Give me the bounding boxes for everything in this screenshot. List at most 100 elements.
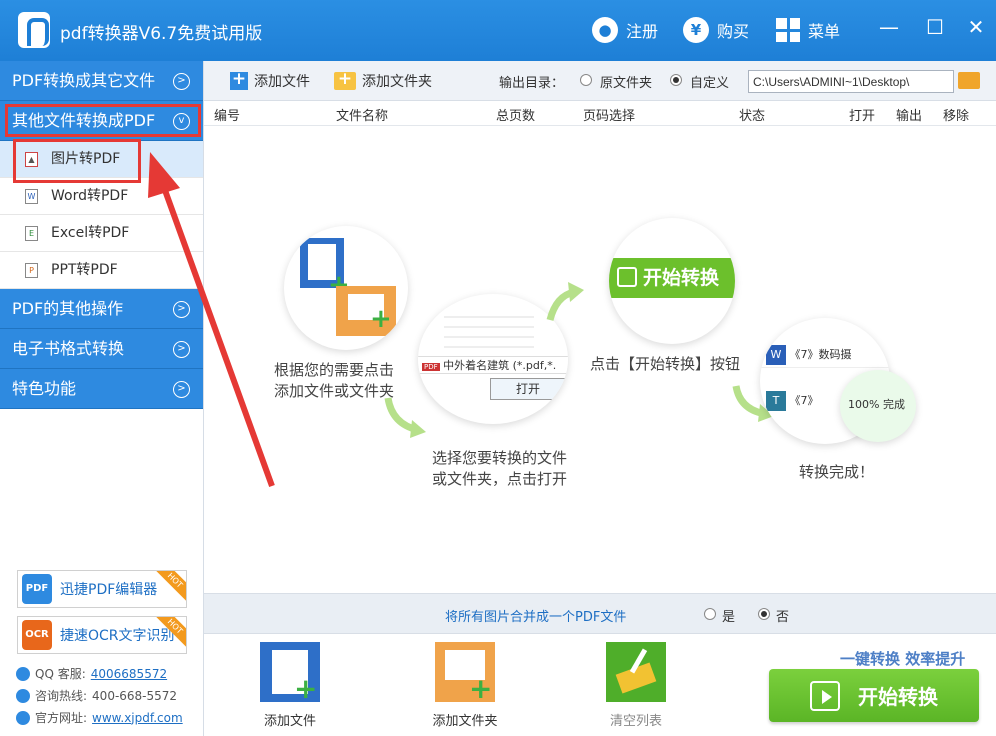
minimize-button[interactable]: — [876,14,902,40]
contact-qq: QQ 客服: 4006685572 [16,665,167,682]
step1-line1: 根据您的需要点击 [274,361,395,379]
word-doc-icon: W [766,345,786,365]
bottom-add-folder-button[interactable]: + 添加文件夹 [420,642,510,729]
radio-original-folder[interactable] [580,74,592,86]
dialog-file-name: 中外着名建筑 [443,359,510,372]
add-folder-button[interactable]: 添加文件夹 [334,69,432,91]
ocr-logo-icon: OCR [22,620,52,650]
hot-badge: HOT [154,571,186,601]
buy-button[interactable]: ¥ 购买 [683,15,749,45]
chevron-right-icon: > [173,73,190,90]
add-file-icon: + [260,642,320,705]
promo-label: 迅捷PDF编辑器 [60,582,158,598]
start-convert-label: 开始转换 [858,685,938,709]
add-file-label: 添加文件 [254,74,310,90]
bottom-add-file-button[interactable]: + 添加文件 [245,642,335,729]
output-dir-label: 输出目录： [499,76,565,91]
pdf-editor-logo-icon: PDF [22,574,52,604]
title-bar: pdf转换器V6.7免费试用版 ● 注册 ¥ 购买 菜单 — ☐ ✕ [0,0,996,61]
column-header-status: 状态 [739,109,766,124]
pdf-file-icon: PDF [422,363,440,371]
section-label: 其他文件转换成PDF [12,111,156,130]
column-header-pages: 总页数 [496,109,536,124]
sidebar-item-label: Excel转PDF [51,225,130,241]
user-add-icon: ● [592,17,618,43]
contact-label: QQ 客服: [35,667,86,681]
merge-yes-label: 是 [722,610,736,625]
column-header-output: 输出 [896,109,923,124]
step1-illustration: + + [284,226,408,350]
step3-illustration: 开始转换 [609,218,735,344]
contact-hotline: 咨询热线: 400-668-5572 [16,687,177,704]
broom-icon [606,642,666,702]
arrow-down-right-icon [384,397,426,438]
add-file-icon [230,69,248,90]
yen-icon: ¥ [683,17,709,43]
guide-canvas: + + 根据您的需要点击 添加文件或文件夹 PDF 中外着名建筑 (*.pdf,… [204,126,996,593]
register-button[interactable]: ● 注册 [592,15,658,45]
step2-text: 选择您要转换的文件 或文件夹，点击打开 [432,448,567,490]
dialog-file-filter: (*.pdf,*. [512,359,557,372]
ppt-file-icon: P [25,263,38,278]
app-logo-icon [18,12,50,48]
file-add-icon: + [300,238,350,300]
txt-doc-icon: T [766,391,786,411]
column-header-filename: 文件名称 [336,109,389,124]
radio-custom-folder[interactable] [670,74,682,86]
browse-folder-icon[interactable] [958,72,980,89]
radio-merge-no[interactable] [758,608,770,620]
website-link[interactable]: www.xjpdf.com [92,711,183,725]
clear-list-button[interactable]: 清空列表 [591,642,681,729]
step1-line2: 添加文件或文件夹 [274,382,395,400]
arrow-up-right-icon [546,282,584,321]
section-label: 电子书格式转换 [12,339,125,358]
column-header-page-select: 页码选择 [583,109,636,124]
image-file-icon: ▲ [25,152,38,167]
qq-link[interactable]: 4006685572 [91,667,167,681]
contact-website: 官方网址: www.xjpdf.com [16,709,183,726]
start-convert-button[interactable]: 开始转换 [769,669,979,722]
maximize-button[interactable]: ☐ [922,14,948,40]
menu-button[interactable]: 菜单 [776,15,840,45]
contact-label: 官方网址: [35,711,88,725]
step2-line1: 选择您要转换的文件 [432,449,568,467]
column-header-open: 打开 [849,109,876,124]
sidebar-item-label: PPT转PDF [51,262,118,278]
sidebar-section-other-to-pdf[interactable]: 其他文件转换成PDF v [0,101,203,141]
radio-merge-yes[interactable] [704,608,716,620]
step4-text: 转换完成！ [799,463,875,481]
promo-pdf-editor[interactable]: PDF 迅捷PDF编辑器 HOT [17,570,187,608]
start-preview-label: 开始转换 [643,267,720,289]
add-folder-icon: + [435,642,495,705]
output-path-input[interactable] [748,70,954,93]
add-file-button[interactable]: 添加文件 [230,69,310,91]
done-item-1: 《7》数码摄 [789,348,852,361]
clear-list-label: 清空列表 [609,714,662,729]
register-label: 注册 [626,22,659,41]
slogan-text: 一键转换 效率提升 [840,650,966,668]
column-header-remove: 移除 [943,109,970,124]
merge-label: 将所有图片合并成一个PDF文件 [445,610,627,625]
merge-no-label: 否 [776,610,790,625]
bottom-action-bar: + 添加文件 + 添加文件夹 清空列表 一键转换 效率提升 开始转换 [204,633,996,736]
original-folder-label: 原文件夹 [600,76,653,91]
promo-ocr[interactable]: OCR 捷速OCR文字识别 HOT [17,616,187,654]
bottom-add-folder-label: 添加文件夹 [432,714,498,729]
bottom-add-file-label: 添加文件 [263,714,316,729]
menu-label: 菜单 [808,22,841,41]
sidebar-section-pdf-to-other[interactable]: PDF转换成其它文件 > [0,61,203,101]
word-file-icon: W [25,189,38,204]
step3-text: 点击【开始转换】按钮 [590,355,741,373]
section-label: 特色功能 [12,379,77,398]
merge-option-bar: 将所有图片合并成一个PDF文件 是 否 [204,593,996,633]
custom-folder-label: 自定义 [690,76,730,91]
progress-bubble: 100% 完成 [840,370,916,442]
browser-icon [16,710,30,725]
close-button[interactable]: ✕ [963,14,989,40]
section-label: PDF的其他操作 [12,299,124,318]
step2-line2: 或文件夹，点击打开 [432,470,568,488]
sidebar-item-label: Word转PDF [51,188,129,204]
done-row-1: W 《7》数码摄 [760,342,890,368]
add-folder-label: 添加文件夹 [362,74,432,90]
folder-add-icon: + [336,286,396,336]
